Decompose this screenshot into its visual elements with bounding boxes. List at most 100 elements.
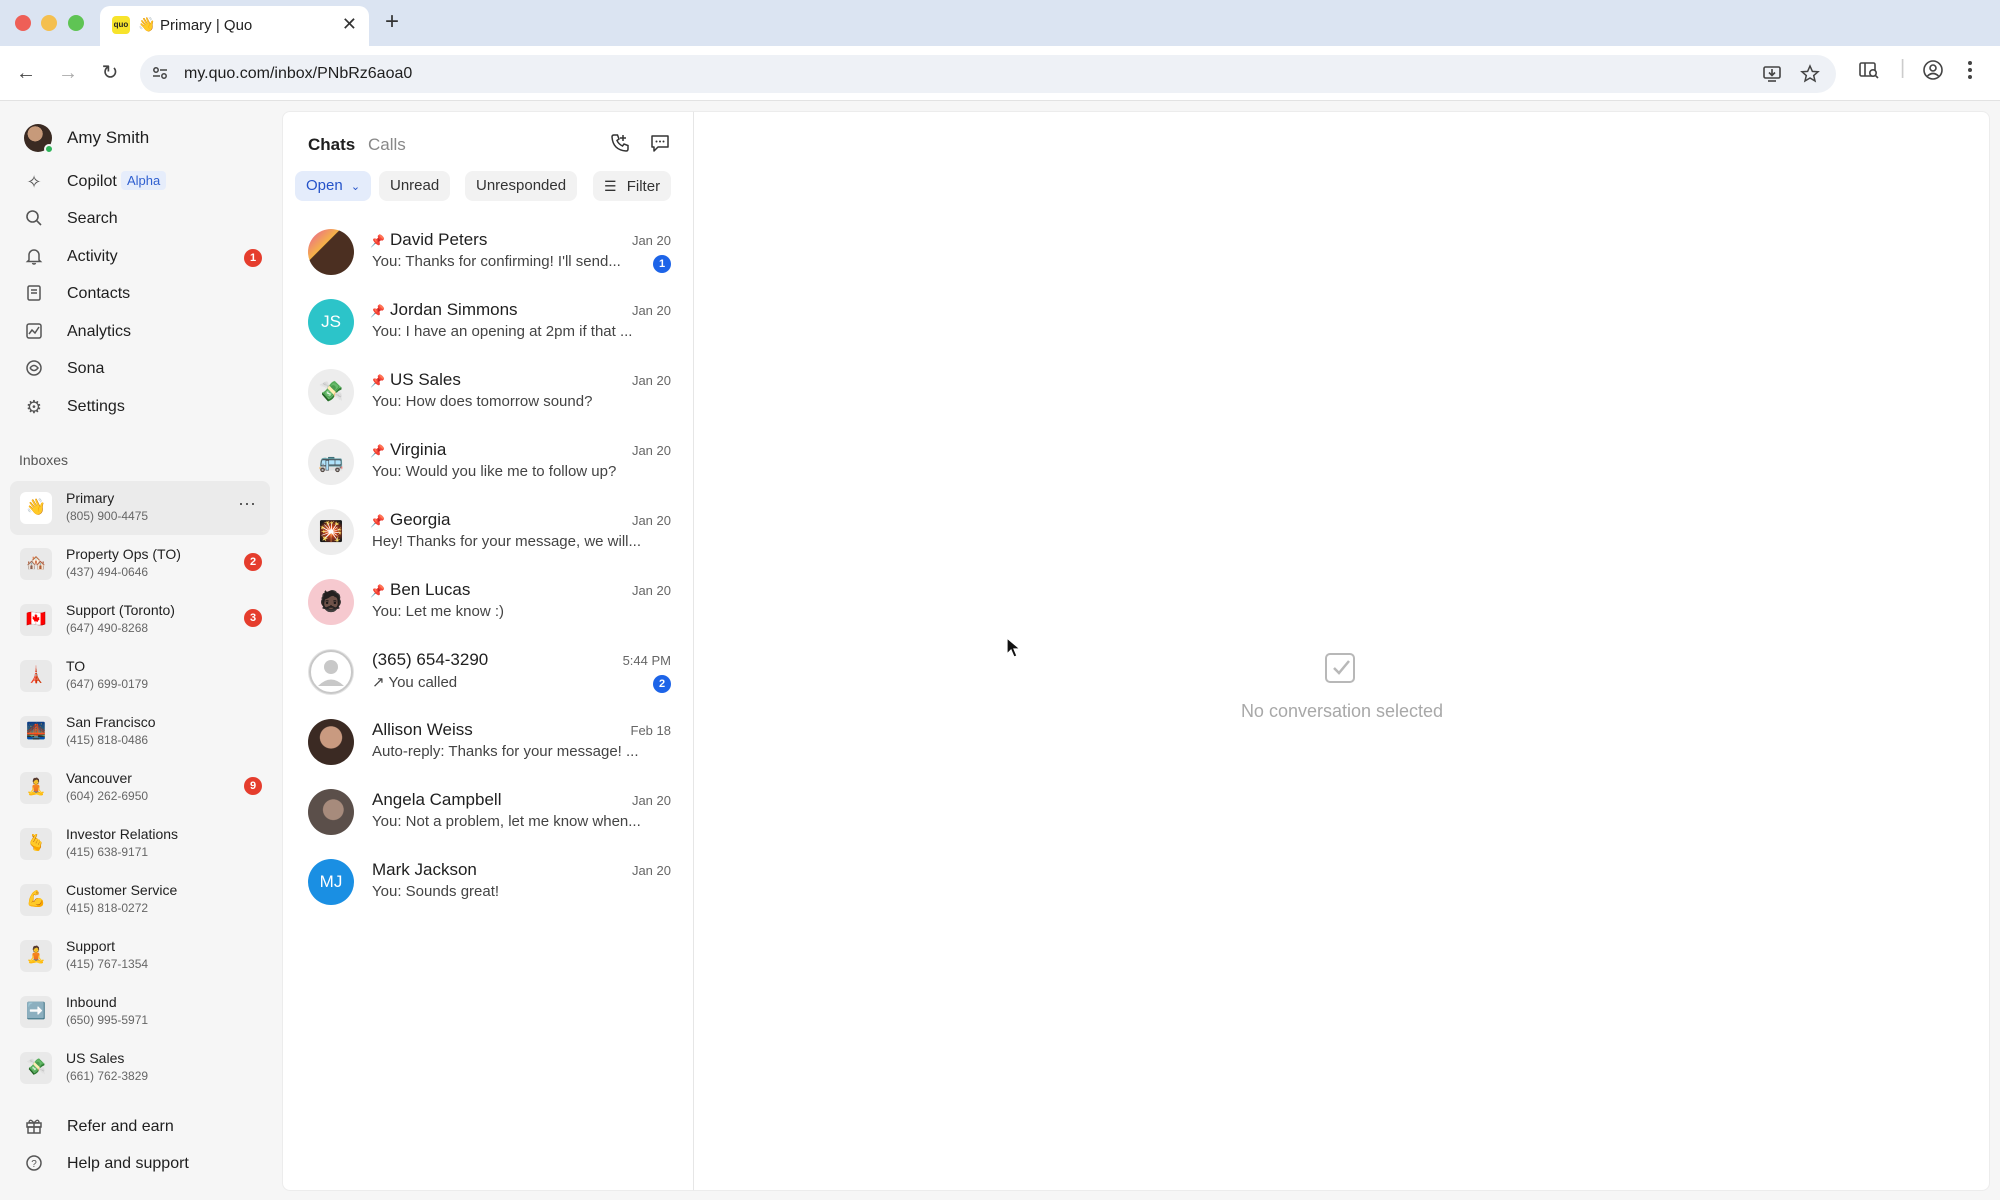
conversation-preview: You: Not a problem, let me know when... — [372, 813, 641, 830]
conversation-name: Ben Lucas — [390, 580, 471, 599]
filter-unresponded-chip[interactable]: Unresponded — [465, 171, 578, 201]
site-settings-icon[interactable] — [152, 65, 168, 85]
money-wings-emoji-icon: 💸 — [20, 1052, 52, 1084]
conversation-preview: You: Sounds great! — [372, 883, 500, 900]
sona-icon — [24, 359, 44, 379]
conversation-date: Jan 20 — [631, 793, 671, 808]
conversation-date: Jan 20 — [631, 863, 671, 878]
filter-label: Filter — [626, 178, 661, 195]
help-glyph: ? — [31, 1159, 37, 1170]
conversation-item-georgia[interactable]: 🎇 📌 Georgia Hey! Thanks for your message… — [283, 497, 693, 567]
inbox-item-investor-relations[interactable]: 🫰 Investor Relations (415) 638-9171 — [10, 817, 270, 871]
inbox-item-san-francisco[interactable]: 🌉 San Francisco (415) 818-0486 — [10, 705, 270, 759]
wave-emoji-icon: 👋 — [20, 492, 52, 524]
gift-icon — [24, 1117, 44, 1137]
conversation-preview: Hey! Thanks for your message, we will... — [372, 533, 641, 550]
conversation-item-jordan-simmons[interactable]: JS 📌 Jordan Simmons You: I have an openi… — [283, 287, 693, 357]
tab-chats[interactable]: Chats — [308, 135, 355, 155]
inbox-item-to[interactable]: 🗼 TO (647) 699-0179 — [10, 649, 270, 703]
close-window-button[interactable] — [15, 15, 31, 31]
user-name: Amy Smith — [67, 128, 150, 147]
inbox-name: San Francisco — [66, 714, 156, 730]
conversation-item-angela-campbell[interactable]: Angela Campbell You: Not a problem, let … — [283, 777, 693, 847]
nav-item-contacts[interactable]: Contacts — [24, 279, 270, 311]
inbox-item-support[interactable]: 🧘 Support (415) 767-1354 — [10, 929, 270, 983]
nav-item-refer-and-earn[interactable]: Refer and earn — [24, 1112, 270, 1144]
inbox-item-us-sales[interactable]: 💸 US Sales (661) 762-3829 — [10, 1041, 270, 1095]
nav-label: Search — [67, 210, 118, 227]
url-text[interactable]: my.quo.com/inbox/PNbRz6aoa0 — [184, 65, 412, 83]
inbox-item-customer-service[interactable]: 💪 Customer Service (415) 818-0272 — [10, 873, 270, 927]
conversation-item-david-peters[interactable]: 📌 David Peters You: Thanks for confirmin… — [283, 217, 693, 287]
reload-button[interactable]: ↻ — [97, 60, 123, 86]
new-tab-button[interactable]: + — [385, 8, 399, 36]
mouse-cursor-icon — [1006, 636, 1022, 664]
conversation-name: US Sales — [390, 370, 461, 389]
nav-item-activity[interactable]: Activity 1 — [24, 242, 270, 274]
tower-emoji-icon: 🗼 — [20, 660, 52, 692]
inbox-number: (647) 699-0179 — [66, 677, 149, 691]
inbox-item-inbound[interactable]: ➡️ Inbound (650) 995-5971 — [10, 985, 270, 1039]
nav-item-help-and-support[interactable]: ? Help and support — [24, 1149, 270, 1181]
avatar: JS — [308, 299, 354, 345]
inbox-name: Primary — [66, 490, 115, 506]
back-button[interactable]: ← — [13, 60, 39, 86]
nav-label: Analytics — [67, 323, 132, 340]
tab-calls[interactable]: Calls — [368, 135, 406, 155]
conversation-item-allison-weiss[interactable]: Allison Weiss Auto-reply: Thanks for you… — [283, 707, 693, 777]
bookmark-star-icon[interactable] — [1800, 64, 1820, 89]
conversation-item-us-sales[interactable]: 💸 📌 US Sales You: How does tomorrow soun… — [283, 357, 693, 427]
new-call-icon[interactable] — [607, 132, 633, 158]
close-tab-icon[interactable]: ✕ — [342, 14, 357, 35]
sparkle-icon: ✧ — [26, 172, 42, 192]
new-message-icon[interactable] — [647, 132, 673, 158]
install-icon[interactable] — [1762, 64, 1782, 89]
inbox-number: (604) 262-6950 — [66, 789, 149, 803]
pin-icon: 📌 — [370, 584, 385, 598]
bridge-emoji-icon: 🌉 — [20, 716, 52, 748]
profile-icon[interactable] — [1922, 59, 1944, 87]
sidebar-search-icon[interactable] — [1858, 59, 1880, 87]
chats-panel: Chats Calls Open ⌄ Unread Unresponded ☰ … — [282, 111, 694, 1191]
nav-item-analytics[interactable]: Analytics — [24, 317, 270, 349]
alpha-badge: Alpha — [121, 171, 167, 190]
address-bar[interactable]: my.quo.com/inbox/PNbRz6aoa0 — [140, 55, 1836, 93]
nav-item-copilot[interactable]: ✧ Copilot Alpha — [24, 167, 270, 199]
inbox-item-support-toronto[interactable]: 🇨🇦 Support (Toronto) (647) 490-8268 3 — [10, 593, 270, 647]
avatar — [308, 719, 354, 765]
inbox-item-property-ops[interactable]: 🏘️ Property Ops (TO) (437) 494-0646 2 — [10, 537, 270, 591]
inboxes-heading: Inboxes — [19, 452, 69, 468]
forward-button[interactable]: → — [55, 60, 81, 86]
nav-label: Help and support — [67, 1155, 189, 1172]
conversation-date: Jan 20 — [631, 373, 671, 388]
browser-menu-icon[interactable] — [1966, 59, 1974, 87]
conversation-item-365-654-3290[interactable]: (365) 654-3290 ↗ You called 5:44 PM 2 — [283, 637, 693, 707]
conversation-name: Mark Jackson — [372, 860, 477, 879]
browser-tab-strip: quo 👋 Primary | Quo ✕ + — [0, 0, 2000, 46]
conversation-date: Jan 20 — [631, 513, 671, 528]
conversation-item-virginia[interactable]: 🚌 📌 Virginia You: Would you like me to f… — [283, 427, 693, 497]
conversation-preview: You: Would you like me to follow up? — [372, 463, 617, 480]
conversation-item-mark-jackson[interactable]: MJ Mark Jackson You: Sounds great! Jan 2… — [283, 847, 693, 917]
nav-item-settings[interactable]: ⚙ Settings — [24, 392, 270, 424]
inbox-item-primary[interactable]: 👋 Primary (805) 900-4475 ··· — [10, 481, 270, 535]
nav-item-sona[interactable]: Sona — [24, 354, 270, 386]
minimize-window-button[interactable] — [41, 15, 57, 31]
unread-count-badge: 1 — [653, 255, 671, 273]
canada-flag-icon: 🇨🇦 — [20, 604, 52, 636]
inbox-number: (415) 818-0272 — [66, 901, 149, 915]
conversation-date: Jan 20 — [631, 583, 671, 598]
filter-unread-chip[interactable]: Unread — [379, 171, 451, 201]
filter-button[interactable]: ☰ Filter — [593, 171, 672, 201]
browser-tab-active[interactable]: quo 👋 Primary | Quo ✕ — [100, 6, 369, 46]
nav-item-search[interactable]: Search — [24, 204, 270, 236]
maximize-window-button[interactable] — [68, 15, 84, 31]
more-options-icon[interactable]: ··· — [238, 493, 256, 514]
inbox-number: (650) 995-5971 — [66, 1013, 149, 1027]
inbox-item-vancouver[interactable]: 🧘 Vancouver (604) 262-6950 9 — [10, 761, 270, 815]
bus-emoji-icon: 🚌 — [308, 439, 354, 485]
analytics-icon — [24, 322, 44, 342]
conversation-item-ben-lucas[interactable]: 🧔🏿 📌 Ben Lucas You: Let me know :) Jan 2… — [283, 567, 693, 637]
filter-open-dropdown[interactable]: Open ⌄ — [295, 171, 371, 201]
inbox-name: Support (Toronto) — [66, 602, 175, 618]
